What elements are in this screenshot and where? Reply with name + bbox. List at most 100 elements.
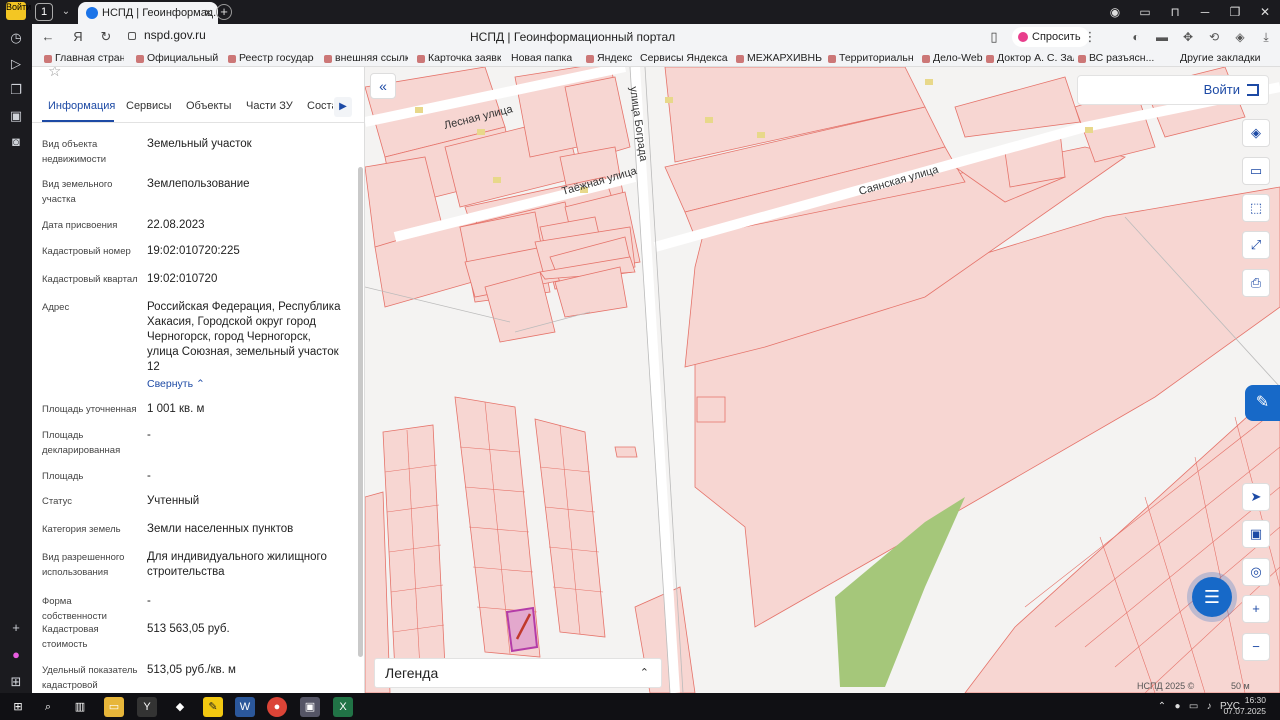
locate-icon[interactable]: ➤ <box>1242 483 1270 511</box>
ruler-icon[interactable]: ▭ <box>1242 157 1270 185</box>
bookmark-item[interactable]: Главная страница <box>44 51 124 66</box>
attr-key: Кадастровая стоимость <box>42 624 99 650</box>
taskbar-clock[interactable]: 16:30 07.07.2025 <box>1223 695 1266 717</box>
bookmark-item[interactable]: Карточка заявки <box>417 51 501 66</box>
file-explorer-icon[interactable]: ▭ <box>104 697 124 717</box>
bookmark-folder[interactable]: Новая папка <box>511 51 572 66</box>
bookmark-folder[interactable]: Сервисы Яндекса <box>640 51 728 66</box>
search-icon[interactable]: ⌕ <box>38 697 58 717</box>
bookmark-icon[interactable]: ▯ <box>984 27 1004 47</box>
network-icon[interactable]: ▭ <box>1189 701 1198 712</box>
chevron-right-icon[interactable]: ▶ <box>334 97 352 117</box>
parcel[interactable] <box>954 76 1081 138</box>
word-icon[interactable]: W <box>235 697 255 717</box>
assistant-chat-button[interactable]: ☰ <box>1192 577 1232 617</box>
login-button[interactable]: Войти <box>1077 75 1269 105</box>
bookmark-item[interactable]: Реестр государст... <box>228 51 314 66</box>
app-window-icon[interactable]: ▣ <box>300 697 320 717</box>
task-view-icon[interactable]: ▥ <box>70 697 90 717</box>
back-icon[interactable]: ← <box>38 27 58 47</box>
screenshot-icon[interactable]: ◉ <box>1100 0 1130 24</box>
collections-icon[interactable]: ❐ <box>6 80 26 100</box>
yandex-browser-icon[interactable]: Y <box>137 697 157 717</box>
tab-parts[interactable]: Части ЗУ <box>246 100 293 112</box>
minimize-icon[interactable]: ─ <box>1190 0 1220 24</box>
select-area-icon[interactable]: ⬚ <box>1242 194 1270 222</box>
bookmark-item[interactable]: Дело-Web <box>922 51 983 66</box>
new-tab-button[interactable]: + <box>216 4 232 20</box>
chrome-icon[interactable]: ● <box>267 697 287 717</box>
layers-icon[interactable]: ◈ <box>1242 119 1270 147</box>
ask-button[interactable]: Спросить <box>1012 27 1089 47</box>
login-icon <box>1247 84 1259 96</box>
map-canvas[interactable]: Лесная улица улица Бограда Таёжная улица… <box>365 67 1280 693</box>
windows-start-icon[interactable]: ⊞ <box>8 697 28 717</box>
download-icon[interactable]: ▬ <box>1154 27 1170 47</box>
restore-icon[interactable]: ❐ <box>1220 0 1250 24</box>
minimap-icon[interactable]: ▣ <box>1242 520 1270 548</box>
profile-login-button[interactable]: Войти <box>6 2 31 20</box>
collapse-link[interactable]: Свернуть ⌃ <box>147 377 342 392</box>
cadastral-number[interactable]: 19:02:010720:225 <box>147 244 342 259</box>
bookmark-item[interactable]: Доктор А. С. Зал... <box>986 51 1074 66</box>
cadastral-map[interactable]: Лесная улица улица Бограда Таёжная улица… <box>365 67 1280 693</box>
tab-composition[interactable]: Соста... <box>307 100 333 112</box>
excel-icon[interactable]: X <box>333 697 353 717</box>
parcel[interactable] <box>614 446 638 458</box>
bookmark-item[interactable]: Территориально... <box>828 51 914 66</box>
tabs-icon[interactable]: ▣ <box>6 106 26 126</box>
extension-icon[interactable]: ◐ <box>1128 27 1144 47</box>
cadastral-quarter[interactable]: 19:02:010720 <box>147 272 342 287</box>
collapse-panel-button[interactable]: « <box>370 73 396 99</box>
star-icon[interactable]: ☆ <box>48 67 61 80</box>
volume-icon[interactable]: ♪ <box>1207 701 1212 712</box>
bookmark-item[interactable]: Официальный са... <box>136 51 218 66</box>
other-bookmarks[interactable]: Другие закладки <box>1180 51 1260 66</box>
sidebar-scrollbar[interactable] <box>358 167 363 657</box>
attr-value: 513,05 руб./кв. м <box>147 664 236 676</box>
bookmark-item[interactable]: внешняя ссылка <box>324 51 408 66</box>
camera-icon[interactable]: ◙ <box>6 132 26 152</box>
downloads-icon[interactable]: ⤓ <box>1258 27 1274 47</box>
add-icon[interactable]: + <box>6 618 26 638</box>
url-field[interactable]: nspd.gov.ru <box>144 28 206 42</box>
chat-icon[interactable]: ✎ <box>1245 385 1280 421</box>
zoom-out-button[interactable]: − <box>1242 633 1270 661</box>
bookmark-item[interactable]: МЕЖАРХИВНЫЙ... <box>736 51 822 66</box>
microphone-icon[interactable]: ● <box>1174 701 1180 712</box>
parcel[interactable] <box>696 396 726 423</box>
tray-chevron-icon[interactable]: ⌃ <box>1158 701 1166 712</box>
share-icon[interactable]: ⤢ <box>1242 231 1270 259</box>
close-icon[interactable]: × <box>204 2 212 24</box>
zoom-in-button[interactable]: + <box>1242 595 1270 623</box>
print-icon[interactable]: ⎙ <box>1242 269 1270 297</box>
sticky-notes-icon[interactable]: ✎ <box>203 697 223 717</box>
tab-services[interactable]: Сервисы <box>126 100 172 112</box>
yandex-icon[interactable]: Я <box>68 27 88 47</box>
cast-icon[interactable]: ▭ <box>1130 0 1160 24</box>
attr-value: - <box>147 595 151 607</box>
shield-icon[interactable]: ◈ <box>1232 27 1248 47</box>
reload-icon[interactable]: ↻ <box>96 27 116 47</box>
grid-icon[interactable]: ⊞ <box>6 672 26 692</box>
pin-icon[interactable]: ⊓ <box>1160 0 1190 24</box>
app-icon[interactable]: ◆ <box>170 697 190 717</box>
geo-search-icon[interactable]: ◎ <box>1242 558 1270 586</box>
bookmark-item[interactable]: Яндекс <box>586 51 632 66</box>
attr-value: 513 563,05 руб. <box>147 623 230 635</box>
more-icon[interactable]: ⋮ <box>1080 27 1100 47</box>
chevron-down-icon[interactable]: ⌄ <box>58 3 74 21</box>
tab-information[interactable]: Информация <box>48 100 115 112</box>
puzzle-icon[interactable]: ✥ <box>1180 27 1196 47</box>
tab-objects[interactable]: Объекты <box>186 100 231 112</box>
history-icon[interactable]: ◷ <box>6 28 26 48</box>
play-icon[interactable]: ▷ <box>6 54 26 74</box>
translate-icon[interactable]: ⟲ <box>1206 27 1222 47</box>
bookmark-item[interactable]: ВС разъясн... <box>1078 51 1154 66</box>
tab-counter[interactable]: 1 <box>35 3 53 21</box>
parcel[interactable] <box>564 76 631 163</box>
legend-toggle[interactable]: Легенда ⌃⌄ <box>374 658 662 688</box>
alice-icon[interactable]: ● <box>6 645 26 665</box>
active-tab[interactable]: НСПД | Геоинформац... × <box>78 2 218 24</box>
close-window-icon[interactable]: ✕ <box>1250 0 1280 24</box>
